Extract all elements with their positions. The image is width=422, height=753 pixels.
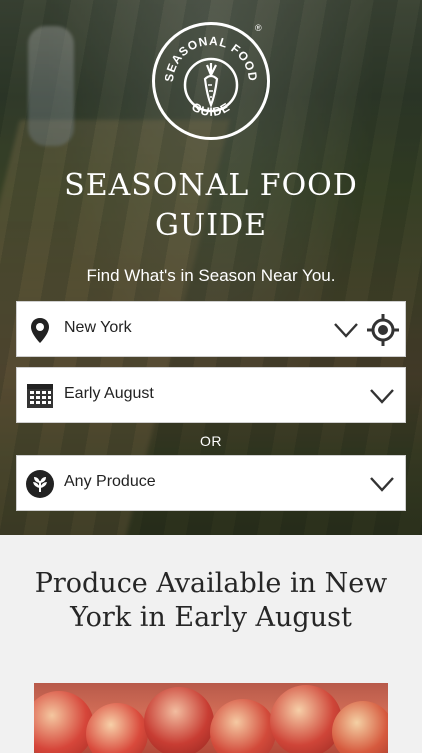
location-select[interactable]: New York xyxy=(16,301,406,357)
date-value: Early August xyxy=(64,385,154,402)
results-headline: Produce Available in New York in Early A… xyxy=(34,568,388,633)
map-pin-icon xyxy=(31,318,49,343)
chevron-down-icon xyxy=(334,323,358,338)
seasonal-food-guide-logo: SEASONAL FOOD GUIDE xyxy=(152,22,270,140)
calendar-icon xyxy=(27,384,53,408)
tagline: Find What's in Season Near You. xyxy=(86,266,336,285)
app-title: SEASONAL FOOD GUIDE xyxy=(64,168,358,243)
or-separator: OR xyxy=(200,433,222,449)
produce-value: Any Produce xyxy=(64,473,156,490)
produce-select[interactable]: Any Produce xyxy=(16,455,406,511)
crosshair-icon[interactable] xyxy=(365,312,401,348)
location-value: New York xyxy=(64,319,132,336)
date-select[interactable]: Early August xyxy=(16,367,406,423)
results-section: Produce Available in New York in Early A… xyxy=(0,535,422,753)
chevron-down-icon xyxy=(370,389,394,404)
chevron-down-icon xyxy=(370,477,394,492)
leaf-icon xyxy=(26,470,54,498)
produce-photo[interactable] xyxy=(34,683,388,753)
registered-mark: ® xyxy=(255,23,262,33)
